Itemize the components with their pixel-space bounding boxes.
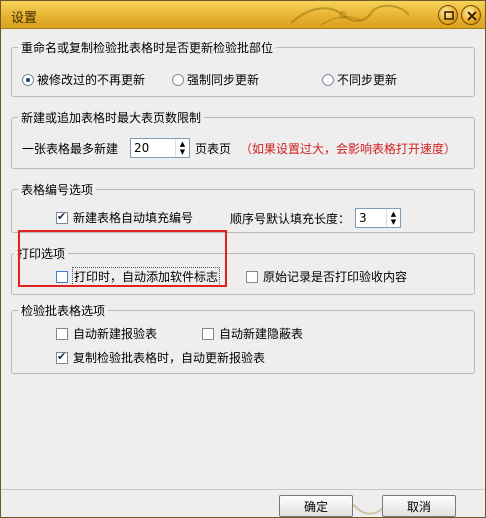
radio-label: 不同步更新 xyxy=(337,73,398,87)
print-original-content-checkbox[interactable]: 原始记录是否打印验收内容 xyxy=(246,268,407,285)
page-limit-value[interactable]: 20 xyxy=(131,139,175,157)
rename-update-group: 重命名或复制检验批表格时是否更新检验批部位 被修改过的不再更新 强制同步更新 不… xyxy=(11,39,475,97)
checkbox-label: 自动新建隐蔽表 xyxy=(219,327,304,341)
radio-dot[interactable] xyxy=(22,73,34,86)
checkbox-label: 原始记录是否打印验收内容 xyxy=(263,270,408,284)
radio-label: 被修改过的不再更新 xyxy=(37,73,146,87)
settings-dialog: 设置 重命名或复制检验批表格时是否更新检验批部位 被修改过的不再更新 强制同步更… xyxy=(0,0,486,518)
copy-update-report-checkbox[interactable]: 复制检验批表格时，自动更新报验表 xyxy=(56,349,265,366)
auto-fill-number-checkbox[interactable]: 新建表格自动填充编号 xyxy=(56,209,193,226)
minimize-icon xyxy=(444,11,454,20)
seq-length-spinner[interactable]: 3 ▲ ▼ xyxy=(355,208,401,228)
checkbox-box[interactable] xyxy=(56,350,68,364)
title-bar[interactable]: 设置 xyxy=(1,1,485,29)
radio-force-sync[interactable]: 强制同步更新 xyxy=(172,71,259,88)
checkbox-box[interactable] xyxy=(56,210,68,224)
radio-modified-no-update[interactable]: 被修改过的不再更新 xyxy=(22,71,145,88)
cancel-button[interactable]: 取消 xyxy=(382,495,456,517)
spinner-arrows-icon[interactable]: ▲ ▼ xyxy=(175,139,189,157)
checkbox-label: 新建表格自动填充编号 xyxy=(73,211,194,225)
window-title: 设置 xyxy=(11,11,38,26)
spinner-arrows-icon[interactable]: ▲ ▼ xyxy=(386,209,400,227)
numbering-group: 表格编号选项 新建表格自动填充编号 顺序号默认填充长度： 3 ▲▼ xyxy=(11,181,475,233)
inspection-group: 检验批表格选项 自动新建报验表 自动新建隐蔽表 复制检验批表格时，自动更新报验表 xyxy=(11,302,475,374)
rename-update-group-title: 重命名或复制检验批表格时是否更新检验批部位 xyxy=(18,39,277,56)
page-limit-spinner[interactable]: 20 ▲ ▼ xyxy=(130,138,190,158)
close-icon xyxy=(467,11,477,21)
auto-report-checkbox[interactable]: 自动新建报验表 xyxy=(56,325,157,342)
radio-label: 强制同步更新 xyxy=(187,73,260,87)
checkbox-label: 自动新建报验表 xyxy=(73,327,158,341)
numbering-group-title: 表格编号选项 xyxy=(18,181,97,198)
title-ornament xyxy=(290,4,410,26)
radio-dot[interactable] xyxy=(172,73,184,86)
close-button[interactable] xyxy=(461,5,481,25)
checkbox-label: 复制检验批表格时，自动更新报验表 xyxy=(73,351,266,365)
checkbox-box[interactable] xyxy=(202,327,214,340)
page-limit-warning: （如果设置过大，会影响表格打开速度） xyxy=(240,142,457,156)
radio-no-sync[interactable]: 不同步更新 xyxy=(322,71,397,88)
highlight-box xyxy=(18,230,227,287)
minimize-button[interactable] xyxy=(438,5,458,25)
page-limit-group-title: 新建或追加表格时最大表页数限制 xyxy=(18,109,205,126)
seq-length-label: 顺序号默认填充长度： xyxy=(230,212,351,226)
seq-length-value[interactable]: 3 xyxy=(356,209,386,227)
checkbox-box[interactable] xyxy=(56,327,68,340)
inspection-group-title: 检验批表格选项 xyxy=(18,302,109,319)
ok-button[interactable]: 确定 xyxy=(279,495,353,517)
page-limit-label: 一张表格最多新建 xyxy=(22,142,119,156)
radio-dot[interactable] xyxy=(322,73,334,86)
page-limit-group: 新建或追加表格时最大表页数限制 一张表格最多新建 20 ▲ ▼ 页表页 （如果设置… xyxy=(11,109,475,169)
auto-hidden-checkbox[interactable]: 自动新建隐蔽表 xyxy=(202,325,303,342)
page-unit-label: 页表页 xyxy=(195,142,232,156)
checkbox-box[interactable] xyxy=(246,270,258,283)
